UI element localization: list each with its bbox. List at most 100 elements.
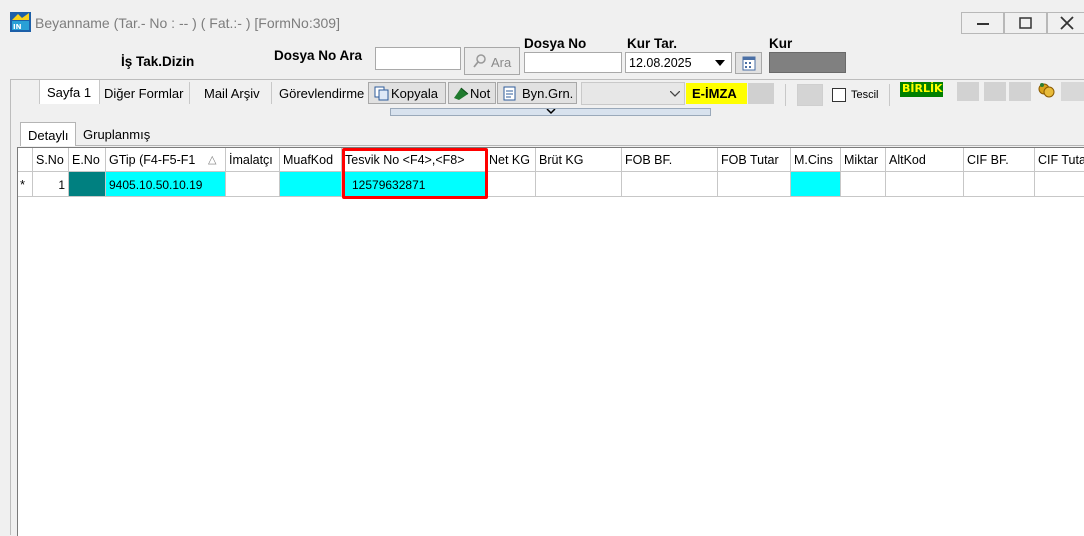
toolbar-button-blank[interactable]: [984, 82, 1006, 101]
column-header-eno[interactable]: E.No: [69, 148, 106, 172]
kur-label: Kur: [769, 36, 793, 51]
is-takip-dizin-label[interactable]: İş Tak.Dizin: [121, 54, 194, 69]
column-header-brutkg[interactable]: Brüt KG: [536, 148, 622, 172]
kur-tar-label: Kur Tar.: [627, 36, 678, 51]
ara-button[interactable]: Ara: [464, 47, 520, 75]
tab-detayli[interactable]: Detaylı: [20, 122, 76, 146]
kur-input[interactable]: [769, 52, 846, 73]
byn-grn-button[interactable]: Byn.Grn.: [497, 82, 577, 104]
tab-sayfa1[interactable]: Sayfa 1: [39, 80, 100, 104]
splitter-handle[interactable]: [390, 108, 711, 116]
divider: [10, 79, 1084, 80]
divider: [20, 145, 1084, 146]
ara-button-label: Ara: [491, 55, 512, 70]
maximize-button[interactable]: [1004, 12, 1047, 34]
sort-asc-icon: △: [208, 154, 217, 166]
coins-icon[interactable]: [1036, 80, 1056, 100]
cell-netkg[interactable]: [486, 172, 536, 197]
column-header-gtip[interactable]: GTip (F4-F5-F1 △: [106, 148, 226, 172]
minimize-icon: [977, 23, 989, 25]
cell-mcins[interactable]: [791, 172, 841, 197]
divider: [785, 84, 786, 106]
cell-imalatci[interactable]: [226, 172, 280, 197]
e-imza-button[interactable]: E-İMZA: [686, 83, 747, 104]
kopyala-label: Kopyala: [391, 86, 438, 101]
tab-gruplanmis[interactable]: Gruplanmış: [83, 127, 150, 142]
cell-altkod[interactable]: [886, 172, 964, 197]
column-header-imalatci[interactable]: İmalatçı: [226, 148, 280, 172]
toolbar-combo[interactable]: [581, 82, 685, 105]
chevron-down-icon: [546, 109, 556, 115]
copy-icon: [374, 86, 389, 101]
calendar-button[interactable]: [735, 52, 762, 74]
column-header-gtip-label: GTip (F4-F5-F1: [109, 153, 196, 167]
not-label: Not: [470, 86, 491, 101]
kur-tar-datepicker[interactable]: 12.08.2025: [625, 52, 732, 73]
cell-fobtutar[interactable]: [718, 172, 791, 197]
tab-mail-arsiv[interactable]: Mail Arşiv: [204, 86, 260, 101]
tab-diger-formlar[interactable]: Diğer Formlar: [104, 86, 183, 101]
document-icon: [503, 86, 516, 101]
not-button[interactable]: Not: [448, 82, 496, 104]
toolbar-button-blank[interactable]: [748, 83, 774, 104]
column-header-cifbf[interactable]: CIF BF.: [964, 148, 1035, 172]
birlik-label: BİRLİK: [902, 82, 943, 95]
column-header-fobtutar[interactable]: FOB Tutar: [718, 148, 791, 172]
cell-brutkg[interactable]: [536, 172, 622, 197]
column-header-altkod[interactable]: AltKod: [886, 148, 964, 172]
divider: [889, 84, 890, 106]
divider: [10, 80, 11, 535]
app-icon: IN: [10, 12, 31, 32]
data-grid[interactable]: S.No E.No GTip (F4-F5-F1 △ İmalatçı Muaf…: [17, 147, 1084, 536]
search-icon: [473, 54, 486, 68]
cell-tesvik[interactable]: 12579632871: [342, 172, 486, 197]
dosya-no-ara-input[interactable]: [375, 47, 461, 70]
tescil-checkbox[interactable]: [832, 88, 846, 102]
column-header-mcins[interactable]: M.Cins: [791, 148, 841, 172]
column-header-sno[interactable]: S.No: [33, 148, 69, 172]
cell-sno[interactable]: 1: [33, 172, 69, 197]
cell-miktar[interactable]: [841, 172, 886, 197]
tab-sayfa1-label: Sayfa 1: [47, 85, 92, 100]
column-header-fobbf[interactable]: FOB BF.: [622, 148, 718, 172]
window-title: Beyanname (Tar.- No : -- ) ( Fat.:- ) [F…: [35, 15, 340, 31]
column-header-netkg[interactable]: Net KG: [486, 148, 536, 172]
cell-muafkod[interactable]: [280, 172, 342, 197]
note-icon: [454, 87, 469, 100]
toolbar-button-blank[interactable]: [1009, 82, 1031, 101]
cell-eno[interactable]: [69, 172, 106, 197]
cell-cifbf[interactable]: [964, 172, 1035, 197]
row-marker[interactable]: *: [18, 172, 33, 197]
chevron-down-icon: [715, 60, 725, 66]
close-button[interactable]: [1047, 12, 1084, 34]
tescil-label: Tescil: [851, 89, 879, 101]
calendar-icon: [742, 56, 756, 71]
column-header-muafkod[interactable]: MuafKod: [280, 148, 342, 172]
svg-text:IN: IN: [13, 23, 22, 31]
byn-grn-label: Byn.Grn.: [522, 86, 574, 101]
minimize-button[interactable]: [961, 12, 1004, 34]
dosya-no-input[interactable]: [524, 52, 622, 73]
chevron-down-icon: [670, 91, 680, 97]
cell-ciftutar[interactable]: [1035, 172, 1084, 197]
column-header-tesvik[interactable]: Tesvik No <F4>,<F8>: [342, 148, 486, 172]
kopyala-button[interactable]: Kopyala: [368, 82, 446, 104]
birlik-button[interactable]: BİRLİK: [900, 82, 943, 97]
cell-gtip[interactable]: 9405.10.50.10.19: [106, 172, 226, 197]
toolbar-button-blank[interactable]: [1061, 82, 1084, 101]
kur-tar-value: 12.08.2025: [629, 56, 692, 70]
tab-gorevlendirme[interactable]: Görevlendirme: [279, 86, 366, 101]
tab-detayli-label: Detaylı: [28, 128, 69, 143]
toolbar-button-blank[interactable]: [797, 84, 823, 106]
column-header-ciftutar[interactable]: CIF Tutar: [1035, 148, 1084, 172]
maximize-icon: [1019, 17, 1032, 29]
dosya-no-label: Dosya No: [524, 36, 587, 51]
toolbar-button-blank[interactable]: [957, 82, 979, 101]
cell-fobbf[interactable]: [622, 172, 718, 197]
column-header-miktar[interactable]: Miktar: [841, 148, 886, 172]
e-imza-label: E-İMZA: [692, 86, 737, 101]
close-icon: [1060, 16, 1074, 30]
divider: [271, 82, 272, 104]
divider: [189, 82, 190, 104]
dosya-no-ara-label: Dosya No Ara: [274, 48, 363, 63]
